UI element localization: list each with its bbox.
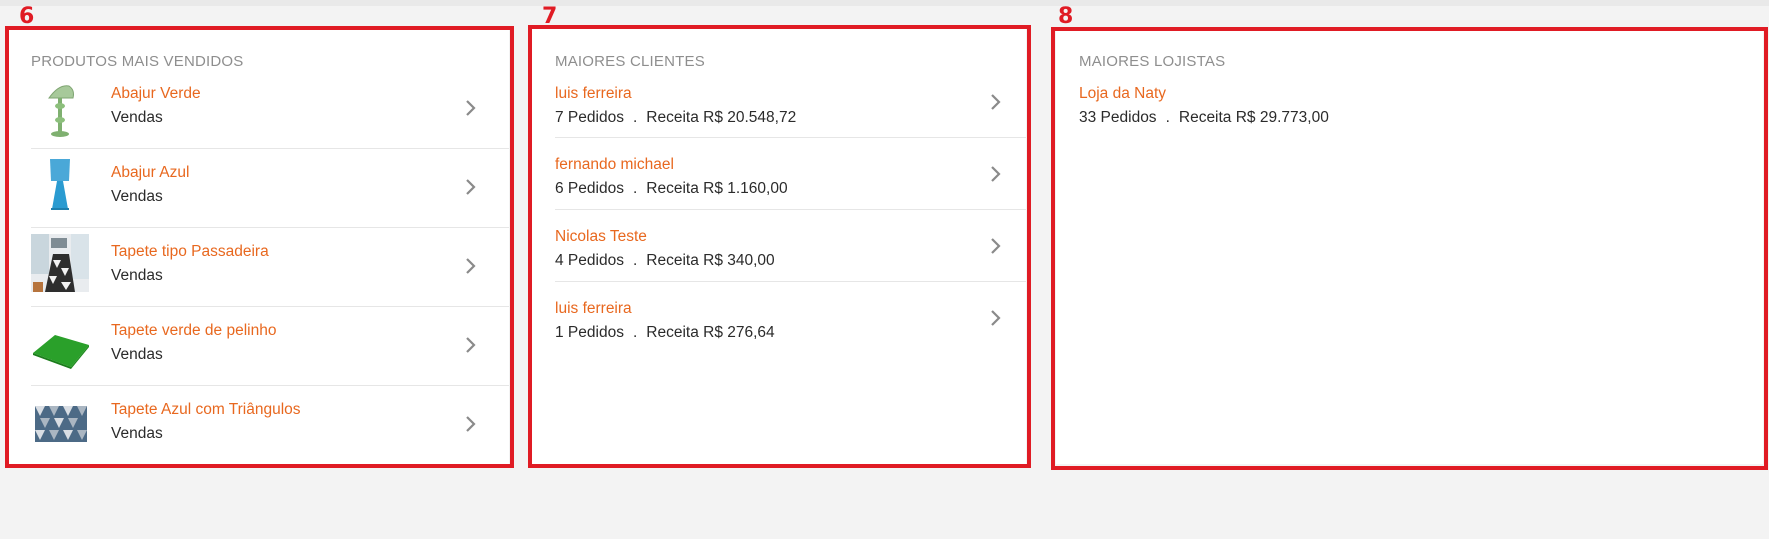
top-strip	[0, 0, 1769, 6]
annotation-box-6	[5, 26, 514, 468]
annotation-box-8	[1051, 27, 1768, 470]
annotation-box-7	[528, 25, 1031, 468]
annotation-label-8: 8	[1058, 4, 1074, 29]
